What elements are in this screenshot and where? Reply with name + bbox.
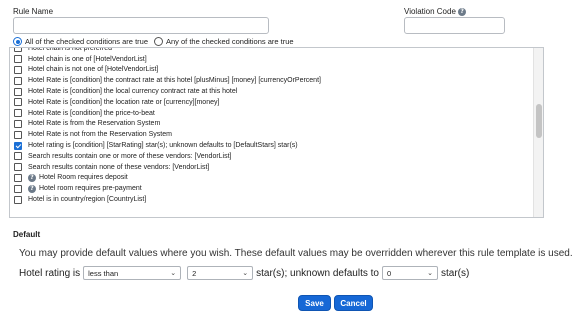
- condition-row[interactable]: Search results contain one or more of th…: [10, 151, 533, 162]
- violation-code-label: Violation Code: [404, 7, 456, 16]
- question-help-icon[interactable]: ?: [458, 7, 467, 16]
- condition-label: Hotel Room requires deposit: [39, 174, 128, 182]
- condition-row[interactable]: Hotel rating is [condition] [StarRating]…: [10, 140, 533, 151]
- condition-row[interactable]: Hotel Rate is [condition] the contract r…: [10, 75, 533, 86]
- default-stars-select[interactable]: 0 ⌄: [381, 266, 438, 280]
- condition-label: Hotel Rate is [condition] the contract r…: [28, 77, 321, 85]
- question-help-icon[interactable]: ?: [28, 184, 36, 193]
- condition-checkbox[interactable]: [14, 48, 22, 53]
- rule-name-label: Rule Name: [13, 7, 54, 16]
- violation-code-input[interactable]: [404, 17, 505, 34]
- condition-row[interactable]: Hotel chain is not one of [HotelVendorLi…: [10, 65, 533, 76]
- all-conditions-label[interactable]: All of the checked conditions are true: [25, 37, 148, 46]
- condition-checkbox[interactable]: [14, 65, 22, 74]
- condition-checkbox[interactable]: [14, 141, 22, 150]
- condition-select-value: less than: [88, 268, 119, 278]
- condition-checkbox[interactable]: [14, 98, 22, 107]
- condition-label: Hotel rating is [condition] [StarRating]…: [28, 142, 298, 150]
- condition-row[interactable]: Hotel Rate is [condition] the local curr…: [10, 86, 533, 97]
- match-mode-group: All of the checked conditions are true A…: [13, 37, 294, 46]
- condition-checkbox[interactable]: [14, 152, 22, 161]
- condition-label: Search results contain one or more of th…: [28, 152, 232, 160]
- condition-checkbox[interactable]: [14, 87, 22, 96]
- defaults-row: Hotel rating is less than ⌄ 2 ⌄ star(s);…: [19, 266, 469, 280]
- conditions-scrollbar[interactable]: [533, 48, 543, 217]
- condition-row[interactable]: Hotel is in country/region [CountryList]: [10, 194, 533, 205]
- condition-row[interactable]: Hotel Rate is from the Reservation Syste…: [10, 119, 533, 130]
- condition-checkbox[interactable]: [14, 109, 22, 118]
- star-rating-select[interactable]: 2 ⌄: [187, 266, 254, 280]
- condition-row[interactable]: ? Hotel Room requires deposit: [10, 173, 533, 184]
- condition-checkbox[interactable]: [14, 163, 22, 172]
- chevron-down-icon: ⌄: [427, 269, 433, 277]
- condition-row[interactable]: Hotel Rate is [condition] the price-to-b…: [10, 108, 533, 119]
- star-rating-select-value: 2: [192, 268, 197, 278]
- condition-label: Hotel chain is not one of [HotelVendorLi…: [28, 66, 159, 74]
- condition-row[interactable]: Hotel chain is not preferred: [10, 47, 533, 54]
- condition-label: Hotel Rate is from the Reservation Syste…: [28, 120, 161, 128]
- question-help-icon[interactable]: ?: [28, 173, 36, 182]
- condition-checkbox[interactable]: [14, 76, 22, 85]
- save-button[interactable]: Save: [298, 295, 331, 311]
- chevron-down-icon: ⌄: [170, 269, 177, 277]
- condition-row[interactable]: Hotel Rate is [condition] the location r…: [10, 97, 533, 108]
- condition-label: Hotel is in country/region [CountryList]: [28, 196, 147, 204]
- violation-code-label-group: Violation Code ?: [404, 7, 467, 16]
- default-section-title: Default: [13, 230, 41, 239]
- defaults-info-text: You may provide default values where you…: [19, 248, 573, 259]
- condition-label: Hotel Rate is [condition] the local curr…: [28, 88, 238, 96]
- condition-row[interactable]: Search results contain none of these ven…: [10, 162, 533, 173]
- condition-checkbox[interactable]: [14, 119, 22, 128]
- condition-checkbox[interactable]: [14, 130, 22, 139]
- condition-row[interactable]: Hotel Rate is not from the Reservation S…: [10, 129, 533, 140]
- conditions-list-inner: Hotel chain is not preferred Hotel chain …: [10, 47, 533, 205]
- condition-label: Hotel room requires pre-payment: [39, 185, 142, 193]
- scrollbar-thumb[interactable]: [536, 104, 542, 138]
- conditions-list[interactable]: Hotel chain is not preferred Hotel chain …: [9, 47, 544, 218]
- condition-label: Hotel Rate is not from the Reservation S…: [28, 131, 172, 139]
- cancel-button[interactable]: Cancel: [334, 295, 373, 311]
- all-conditions-radio[interactable]: [13, 37, 22, 46]
- condition-label: Hotel Rate is [condition] the location r…: [28, 98, 220, 106]
- default-stars-select-value: 0: [386, 268, 392, 278]
- rule-name-input[interactable]: [13, 17, 269, 34]
- condition-select[interactable]: less than ⌄: [83, 266, 182, 280]
- defaults-prefix: Hotel rating is: [19, 267, 81, 279]
- condition-checkbox[interactable]: [14, 173, 22, 182]
- defaults-suffix: star(s): [440, 267, 470, 279]
- condition-checkbox[interactable]: [14, 184, 22, 193]
- condition-row[interactable]: ? Hotel room requires pre-payment: [10, 183, 533, 194]
- condition-label: Hotel Rate is [condition] the price-to-b…: [28, 109, 155, 117]
- condition-checkbox[interactable]: [14, 195, 22, 204]
- condition-row[interactable]: Hotel chain is one of [HotelVendorList]: [10, 54, 533, 65]
- condition-checkbox[interactable]: [14, 55, 22, 64]
- condition-label: Search results contain none of these ven…: [28, 163, 210, 171]
- any-conditions-radio[interactable]: [154, 37, 163, 46]
- chevron-down-icon: ⌄: [242, 269, 249, 277]
- any-conditions-label[interactable]: Any of the checked conditions are true: [166, 37, 294, 46]
- condition-label: Hotel chain is not preferred: [28, 47, 113, 52]
- defaults-middle-text: star(s); unknown defaults to: [256, 267, 379, 279]
- condition-label: Hotel chain is one of [HotelVendorList]: [28, 55, 147, 63]
